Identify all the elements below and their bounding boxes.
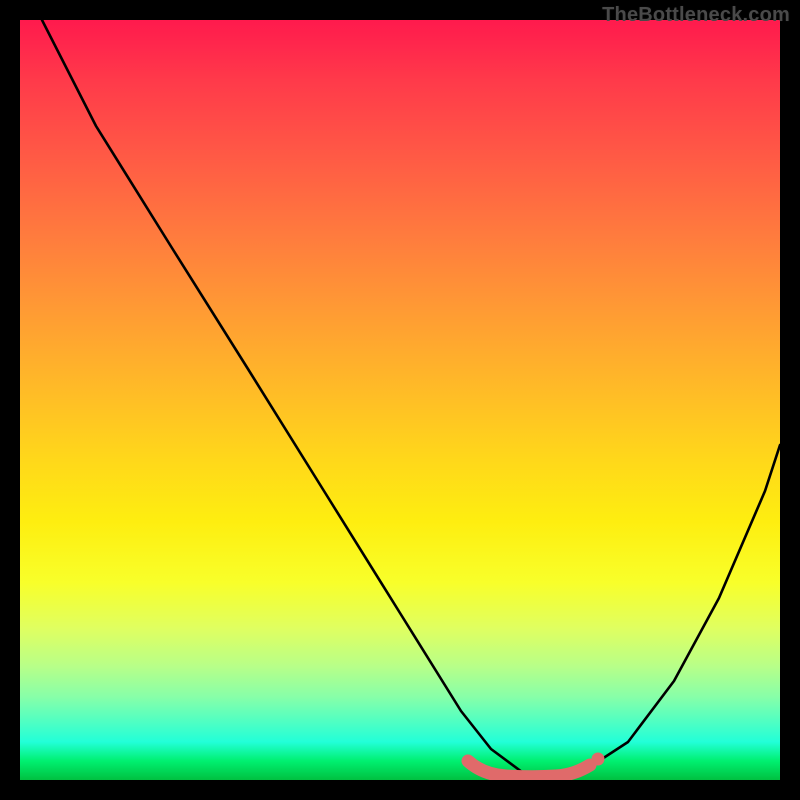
chart-background-gradient: [20, 20, 780, 780]
chart-plot-area: [20, 20, 780, 780]
